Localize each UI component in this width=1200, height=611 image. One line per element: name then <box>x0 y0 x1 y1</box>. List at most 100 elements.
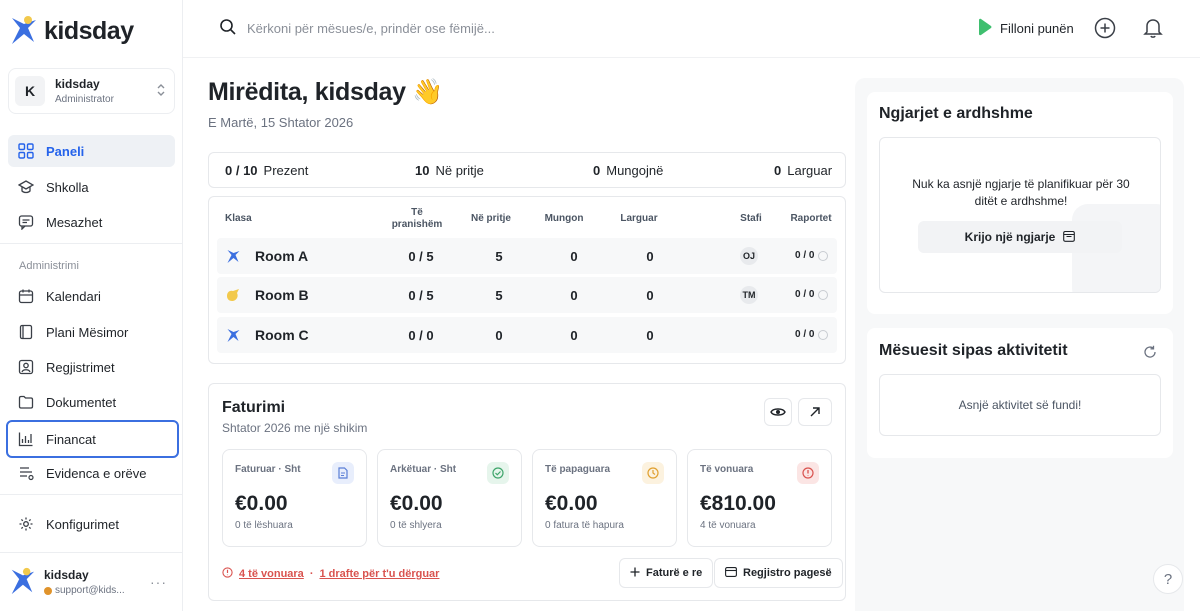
room-reports: 0 / 0 <box>795 250 829 261</box>
sidebar-item-label: Evidenca e orëve <box>46 465 147 481</box>
sidebar-item-kalendari[interactable]: Kalendari <box>8 280 175 312</box>
status-dot <box>44 586 52 595</box>
sidebar-item-plani-mesimor[interactable]: Plani Mësimor <box>8 316 175 348</box>
billing-title: Faturimi <box>222 399 286 416</box>
room-present: 0 / 5 <box>408 249 434 264</box>
room-left: 0 <box>646 288 654 303</box>
bell-icon[interactable] <box>1141 16 1165 40</box>
sidebar-item-financat[interactable]: Financat <box>6 420 179 458</box>
sidebar-item-label: Mesazhet <box>46 214 103 230</box>
room-name: Room B <box>255 287 309 303</box>
rooms-table: Klasa Të pranishëm Në pritje Mungon Largu… <box>208 196 846 364</box>
upcoming-events-title: Ngjarjet e ardhshme <box>879 105 1033 122</box>
sidebar-item-label: Financat <box>46 431 96 447</box>
staff-badge[interactable]: TM <box>740 286 758 304</box>
help-button[interactable]: ? <box>1153 564 1183 594</box>
sidebar-item-label: Shkolla <box>46 179 89 195</box>
activity-empty-state: Asnjë aktivitet së fundi! <box>879 374 1161 436</box>
kpi-overdue[interactable]: Të vonuara €810.00 4 të vonuara <box>687 449 832 547</box>
sidebar-item-label: Paneli <box>46 143 85 159</box>
check-circle-icon <box>487 462 509 484</box>
sidebar-item-dokumentet[interactable]: Dokumentet <box>8 386 175 418</box>
col-header-staff: Stafi <box>740 213 762 224</box>
upcoming-events-card: Ngjarjet e ardhshme Nuk ka asnjë ngjarje… <box>867 92 1173 314</box>
new-invoice-button[interactable]: Faturë e re <box>619 558 714 588</box>
col-header-reports: Raportet <box>790 213 832 224</box>
room-icon <box>225 248 241 264</box>
col-header-class: Klasa <box>225 213 252 224</box>
kpi-collected[interactable]: Arkëtuar · Sht €0.00 0 të shlyera <box>377 449 522 547</box>
sidebar-item-konfigurimet[interactable]: Konfigurimet <box>8 508 175 540</box>
clock-icon <box>642 462 664 484</box>
user-name: kidsday <box>44 568 89 582</box>
table-row[interactable]: Room B 0 / 5 5 0 0 TM 0 / 0 <box>217 277 837 313</box>
sidebar-item-label: Kalendari <box>46 288 101 304</box>
room-name: Room A <box>255 248 309 264</box>
drafts-link[interactable]: 1 drafte për t'u dërguar <box>319 568 439 580</box>
kidsday-logo-icon <box>8 14 38 49</box>
refresh-icon[interactable] <box>1143 345 1157 362</box>
kpi-unpaid[interactable]: Të papaguara €0.00 0 fatura të hapura <box>532 449 677 547</box>
gear-icon <box>18 516 34 532</box>
eye-icon[interactable] <box>764 398 792 426</box>
org-switcher[interactable]: K kidsday Administrator <box>8 68 175 114</box>
sidebar-item-label: Regjistrimet <box>46 359 115 375</box>
alert-icon <box>222 567 233 581</box>
room-name: Room C <box>255 327 309 343</box>
registration-icon <box>18 359 34 375</box>
room-waiting: 5 <box>495 288 503 303</box>
room-left: 0 <box>646 249 654 264</box>
brand[interactable]: kidsday <box>8 14 134 49</box>
sidebar-item-paneli[interactable]: Paneli <box>8 135 175 167</box>
room-present: 0 / 0 <box>408 328 434 343</box>
room-reports: 0 / 0 <box>795 289 829 300</box>
org-avatar: K <box>15 76 45 106</box>
col-header-present: Të pranishëm <box>391 207 443 230</box>
more-icon[interactable]: ··· <box>150 574 167 590</box>
alert-icon <box>797 462 819 484</box>
open-external-icon[interactable] <box>798 398 832 426</box>
separator: · <box>309 568 314 580</box>
sidebar-divider <box>0 243 183 244</box>
billing-subtitle: Shtator 2026 me një shikim <box>222 421 368 435</box>
school-icon <box>18 179 34 195</box>
org-name: kidsday <box>55 77 100 91</box>
avatar <box>8 566 36 599</box>
start-work-label: Filloni punën <box>1000 21 1074 36</box>
room-absent: 0 <box>570 288 578 303</box>
start-work-button[interactable]: Filloni punën <box>978 18 1074 39</box>
timesheet-icon <box>18 465 34 481</box>
add-icon[interactable] <box>1093 16 1117 40</box>
search-bar[interactable]: Kërkoni për mësues/e, prindër ose fëmijë… <box>219 18 495 39</box>
search-icon <box>219 18 237 39</box>
record-payment-button[interactable]: Regjistro pagesë <box>714 558 843 588</box>
brand-name: kidsday <box>44 17 134 45</box>
col-header-left: Larguar <box>620 213 658 224</box>
room-absent: 0 <box>570 328 578 343</box>
sidebar-item-regjistrimet[interactable]: Regjistrimet <box>8 351 175 383</box>
sidebar-item-label: Konfigurimet <box>46 516 119 532</box>
create-event-button[interactable]: Krijo një ngjarje <box>918 221 1122 253</box>
staff-badge[interactable]: OJ <box>740 247 758 265</box>
table-row[interactable]: Room C 0 / 0 0 0 0 0 / 0 <box>217 317 837 353</box>
user-menu[interactable]: kidsday support@kids... ··· <box>8 560 175 604</box>
sidebar-item-evidenca[interactable]: Evidenca e orëve <box>8 457 175 489</box>
finance-chart-icon <box>18 431 34 447</box>
book-icon <box>18 324 34 340</box>
sidebar-divider <box>0 552 183 553</box>
room-absent: 0 <box>570 249 578 264</box>
sidebar-item-shkolla[interactable]: Shkolla <box>8 171 175 203</box>
billing-card: Faturimi Shtator 2026 me një shikim Fatu… <box>208 383 846 601</box>
room-icon <box>225 287 241 303</box>
calendar-icon <box>18 288 34 304</box>
invoice-icon <box>332 462 354 484</box>
room-left: 0 <box>646 328 654 343</box>
attendance-summary: 0 / 10 Prezent 10 Në pritje 0 Mungojnë 0 Lar… <box>208 152 846 188</box>
search-input[interactable]: Kërkoni për mësues/e, prindër ose fëmijë… <box>247 21 495 36</box>
play-icon <box>978 18 992 39</box>
overdue-link[interactable]: 4 të vonuara <box>239 568 304 580</box>
table-row[interactable]: Room A 0 / 5 5 0 0 OJ 0 / 0 <box>217 238 837 274</box>
sidebar-item-mesazhet[interactable]: Mesazhet <box>8 206 175 238</box>
kpi-invoiced[interactable]: Faturuar · Sht €0.00 0 të lëshuara <box>222 449 367 547</box>
sidebar-section-label: Administrimi <box>19 260 79 272</box>
